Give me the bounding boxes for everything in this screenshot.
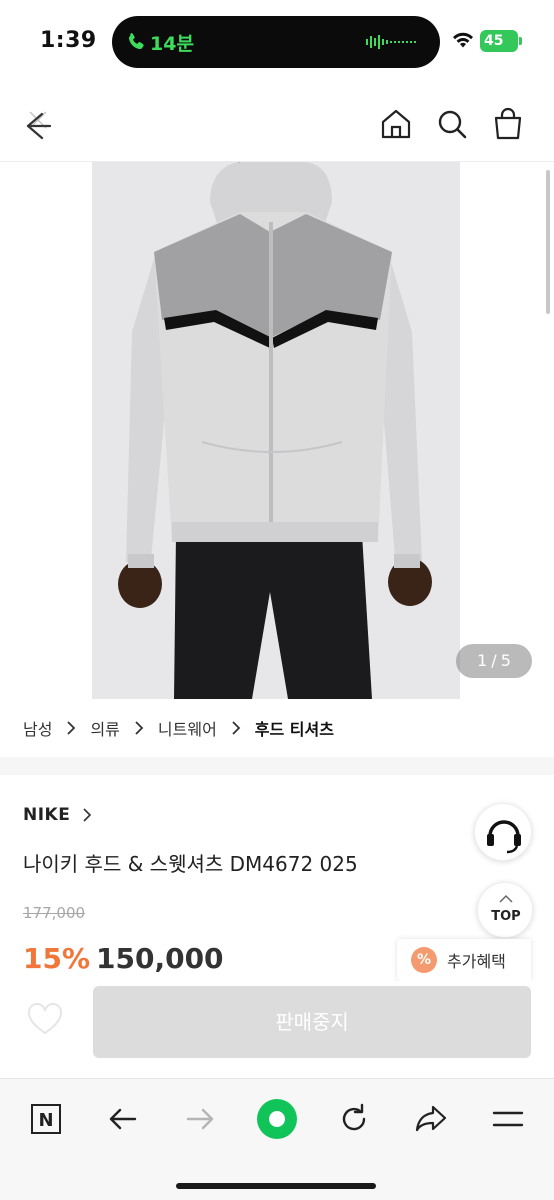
home-indicator[interactable] xyxy=(176,1183,376,1189)
call-duration: 14분 xyxy=(150,33,194,55)
original-price: 177,000 xyxy=(23,904,86,922)
chevron-right-icon xyxy=(67,721,76,735)
naver-n-icon: N xyxy=(31,1104,61,1134)
browser-forward-button[interactable] xyxy=(178,1097,222,1141)
battery-level: 45 xyxy=(480,30,518,52)
green-dot-button[interactable] xyxy=(255,1097,299,1141)
chevron-up-icon xyxy=(499,894,513,903)
share-button[interactable] xyxy=(409,1097,453,1141)
back-button[interactable] xyxy=(20,106,56,142)
sale-suspended-button[interactable]: 판매중지 xyxy=(93,986,531,1058)
breadcrumb: 남성 의류 니트웨어 후드 티셔츠 xyxy=(0,699,554,757)
breadcrumb-item-hoodie[interactable]: 후드 티셔츠 xyxy=(255,716,334,740)
home-button[interactable] xyxy=(378,106,414,142)
status-time: 1:39 xyxy=(40,28,97,53)
breadcrumb-item-clothing[interactable]: 의류 xyxy=(90,716,119,740)
brand-link[interactable]: NIKE xyxy=(23,805,92,825)
breadcrumb-item-knitwear[interactable]: 니트웨어 xyxy=(158,716,217,740)
scroll-to-top-button[interactable]: TOP xyxy=(477,882,533,938)
headset-icon xyxy=(487,820,521,854)
percent-icon: % xyxy=(411,947,437,973)
share-arrow-icon xyxy=(415,1105,447,1132)
naver-n-label: N xyxy=(38,1110,53,1131)
reload-icon xyxy=(342,1103,366,1131)
arrow-right-icon xyxy=(186,1108,214,1130)
image-page-counter: 1/5 xyxy=(456,644,532,678)
counter-separator: / xyxy=(491,651,497,670)
page-scrollbar[interactable] xyxy=(546,170,550,314)
customer-service-button[interactable] xyxy=(474,803,532,861)
extra-benefit-button[interactable]: % 추가혜택 xyxy=(397,939,531,981)
purchase-action-bar: 판매중지 xyxy=(0,981,554,1071)
hamburger-menu-icon xyxy=(492,1111,524,1127)
chevron-right-icon xyxy=(83,808,92,822)
section-divider xyxy=(0,757,554,775)
green-dot-icon xyxy=(257,1099,297,1139)
search-icon xyxy=(438,110,467,139)
search-button[interactable] xyxy=(434,106,470,142)
naver-home-button[interactable]: N xyxy=(24,1097,68,1141)
chevron-right-icon xyxy=(135,721,144,735)
dynamic-island[interactable]: 14분 xyxy=(112,16,440,68)
menu-button[interactable] xyxy=(486,1097,530,1141)
benefit-label: 추가혜택 xyxy=(447,952,506,971)
heart-icon[interactable] xyxy=(26,1001,64,1039)
product-title: 나이키 후드 & 스웻셔츠 DM4672 025 xyxy=(23,852,358,876)
counter-current: 1 xyxy=(477,651,488,670)
sale-price: 150,000 xyxy=(96,942,224,975)
counter-total: 5 xyxy=(500,651,511,670)
browser-back-button[interactable] xyxy=(101,1097,145,1141)
chevron-right-icon xyxy=(232,721,241,735)
reload-button[interactable] xyxy=(332,1097,376,1141)
top-label: TOP xyxy=(491,909,521,924)
status-bar: 1:39 14분 45 xyxy=(0,0,554,86)
breadcrumb-item-men[interactable]: 남성 xyxy=(23,716,52,740)
product-image[interactable] xyxy=(92,162,460,699)
discount-rate: 15% xyxy=(23,942,91,975)
shopping-bag-icon xyxy=(494,107,522,140)
home-icon xyxy=(381,109,411,139)
audio-wave-icon xyxy=(366,35,416,49)
app-header xyxy=(0,86,554,162)
product-gallery[interactable]: 1/5 xyxy=(0,162,554,699)
browser-toolbar: N xyxy=(0,1078,554,1200)
back-icon xyxy=(26,111,52,140)
shopping-bag-button[interactable] xyxy=(490,106,526,142)
phone-call-icon xyxy=(128,33,144,50)
brand-name: NIKE xyxy=(23,805,71,825)
wifi-icon xyxy=(453,32,473,48)
arrow-left-icon xyxy=(109,1108,137,1130)
battery-tip xyxy=(519,37,522,45)
hoodie-model-illustration xyxy=(92,162,460,699)
